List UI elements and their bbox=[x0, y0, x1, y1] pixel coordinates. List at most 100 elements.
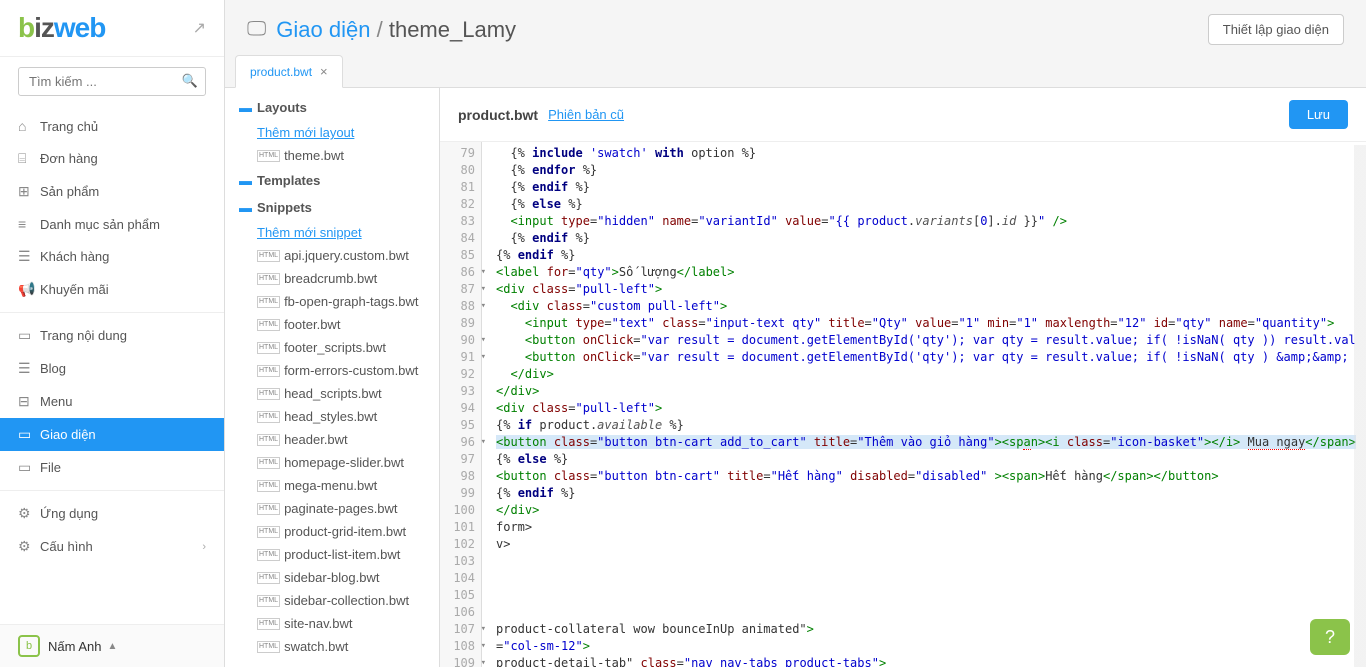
html-file-icon: HTML bbox=[257, 503, 280, 515]
sidebar: bizweb ↗ 🔍 ⌂Trang chủ⌸Đơn hàng⊞Sản phẩm≡… bbox=[0, 0, 225, 667]
nav-item[interactable]: ▭Giao diện bbox=[0, 418, 224, 451]
folder-layouts[interactable]: ▬Layouts bbox=[225, 94, 439, 121]
file-item[interactable]: HTMLfooter_scripts.bwt bbox=[225, 336, 439, 359]
user-menu[interactable]: b Nấm Anh ▲ bbox=[0, 624, 224, 667]
code-area[interactable]: {% include 'swatch' with option %} {% en… bbox=[482, 142, 1366, 667]
help-button[interactable]: ? bbox=[1310, 619, 1350, 655]
caret-up-icon: ▲ bbox=[107, 641, 117, 652]
file-item[interactable]: HTMLsidebar-collection.bwt bbox=[225, 589, 439, 612]
nav-icon: ▭ bbox=[18, 459, 40, 476]
external-link-icon[interactable]: ↗ bbox=[193, 18, 206, 38]
html-file-icon: HTML bbox=[257, 595, 280, 607]
file-item[interactable]: HTMLheader.bwt bbox=[225, 428, 439, 451]
nav-item[interactable]: ☰Blog bbox=[0, 352, 224, 385]
editor-filename: product.bwt bbox=[458, 107, 538, 123]
file-item[interactable]: HTMLsidebar-blog.bwt bbox=[225, 566, 439, 589]
folder-templates[interactable]: ▬Templates bbox=[225, 167, 439, 194]
topbar: 🖵 Giao diện / theme_Lamy Thiết lập giao … bbox=[225, 0, 1366, 55]
file-item[interactable]: HTMLproduct-grid-item.bwt bbox=[225, 520, 439, 543]
close-icon[interactable]: × bbox=[320, 64, 328, 79]
html-file-icon: HTML bbox=[257, 434, 280, 446]
html-file-icon: HTML bbox=[257, 365, 280, 377]
html-file-icon: HTML bbox=[257, 342, 280, 354]
html-file-icon: HTML bbox=[257, 319, 280, 331]
logo-row: bizweb ↗ bbox=[0, 0, 224, 57]
nav-icon: ⊟ bbox=[18, 393, 40, 410]
html-file-icon: HTML bbox=[257, 526, 280, 538]
nav-primary: ⌂Trang chủ⌸Đơn hàng⊞Sản phẩm≡Danh mục sả… bbox=[0, 106, 224, 624]
nav-item[interactable]: ▭File bbox=[0, 451, 224, 484]
file-item[interactable]: HTMLhead_scripts.bwt bbox=[225, 382, 439, 405]
nav-icon: ⚙ bbox=[18, 538, 40, 555]
html-file-icon: HTML bbox=[257, 572, 280, 584]
old-version-link[interactable]: Phiên bản cũ bbox=[548, 107, 624, 122]
html-file-icon: HTML bbox=[257, 411, 280, 423]
file-item[interactable]: HTMLfooter.bwt bbox=[225, 313, 439, 336]
file-item[interactable]: HTMLhomepage-slider.bwt bbox=[225, 451, 439, 474]
file-item[interactable]: HTMLbreadcrumb.bwt bbox=[225, 267, 439, 290]
file-item[interactable]: HTMLfb-open-graph-tags.bwt bbox=[225, 290, 439, 313]
code-editor[interactable]: 7980818283848586878889909192939495969798… bbox=[440, 142, 1366, 667]
main: 🖵 Giao diện / theme_Lamy Thiết lập giao … bbox=[225, 0, 1366, 667]
nav-item[interactable]: ≡Danh mục sản phẩm bbox=[0, 208, 224, 240]
add-snippet-link[interactable]: Thêm mới snippet bbox=[225, 221, 439, 244]
nav-icon: ☰ bbox=[18, 248, 40, 265]
file-item[interactable]: HTMLtheme.bwt bbox=[225, 144, 439, 167]
nav-icon: ⌂ bbox=[18, 118, 40, 134]
nav-item[interactable]: 📢Khuyến mãi bbox=[0, 273, 224, 306]
nav-item[interactable]: ⊟Menu bbox=[0, 385, 224, 418]
html-file-icon: HTML bbox=[257, 549, 280, 561]
nav-item[interactable]: ⌂Trang chủ bbox=[0, 110, 224, 142]
html-file-icon: HTML bbox=[257, 250, 280, 262]
avatar-icon: b bbox=[18, 635, 40, 657]
file-item[interactable]: HTMLsite-nav.bwt bbox=[225, 612, 439, 635]
file-item[interactable]: HTMLmega-menu.bwt bbox=[225, 474, 439, 497]
nav-icon: ≡ bbox=[18, 216, 40, 232]
search-box: 🔍 bbox=[0, 57, 224, 106]
nav-item[interactable]: ⚙Ứng dụng bbox=[0, 497, 224, 530]
file-item[interactable]: HTMLhead_styles.bwt bbox=[225, 405, 439, 428]
nav-item[interactable]: ☰Khách hàng bbox=[0, 240, 224, 273]
file-item[interactable]: HTMLswatch.bwt bbox=[225, 635, 439, 658]
nav-icon: ☰ bbox=[18, 360, 40, 377]
nav-icon: ▭ bbox=[18, 426, 40, 443]
file-item[interactable]: HTMLpaginate-pages.bwt bbox=[225, 497, 439, 520]
html-file-icon: HTML bbox=[257, 480, 280, 492]
html-file-icon: HTML bbox=[257, 618, 280, 630]
editor-pane: product.bwt Phiên bản cũ Lưu 79808182838… bbox=[440, 88, 1366, 667]
file-tabs: product.bwt × bbox=[225, 55, 1366, 88]
save-button[interactable]: Lưu bbox=[1289, 100, 1348, 129]
html-file-icon: HTML bbox=[257, 296, 280, 308]
nav-item[interactable]: ▭Trang nội dung bbox=[0, 319, 224, 352]
breadcrumb: Giao diện / theme_Lamy bbox=[276, 17, 516, 43]
html-file-icon: HTML bbox=[257, 273, 280, 285]
folder-icon: ▬ bbox=[239, 200, 257, 215]
editor-header: product.bwt Phiên bản cũ Lưu bbox=[440, 88, 1366, 142]
tab-product-bwt[interactable]: product.bwt × bbox=[235, 55, 343, 88]
nav-icon: ▭ bbox=[18, 327, 40, 344]
html-file-icon: HTML bbox=[257, 150, 280, 162]
html-file-icon: HTML bbox=[257, 641, 280, 653]
file-item[interactable]: HTMLproduct-list-item.bwt bbox=[225, 543, 439, 566]
user-name: Nấm Anh bbox=[48, 639, 101, 654]
gutter: 7980818283848586878889909192939495969798… bbox=[440, 142, 482, 667]
file-item[interactable]: HTMLapi.jquery.custom.bwt bbox=[225, 244, 439, 267]
search-icon[interactable]: 🔍 bbox=[182, 73, 198, 89]
file-item[interactable]: HTMLform-errors-custom.bwt bbox=[225, 359, 439, 382]
setup-theme-button[interactable]: Thiết lập giao diện bbox=[1208, 14, 1344, 45]
nav-item[interactable]: ⌸Đơn hàng bbox=[0, 142, 224, 175]
nav-icon: ⚙ bbox=[18, 505, 40, 522]
add-layout-link[interactable]: Thêm mới layout bbox=[225, 121, 439, 144]
file-tree: ▬LayoutsThêm mới layoutHTMLtheme.bwt▬Tem… bbox=[225, 88, 440, 667]
nav-item[interactable]: ⚙Cấu hình› bbox=[0, 530, 224, 563]
desktop-icon: 🖵 bbox=[247, 18, 266, 41]
nav-item[interactable]: ⊞Sản phẩm bbox=[0, 175, 224, 208]
logo[interactable]: bizweb bbox=[18, 12, 105, 44]
breadcrumb-link[interactable]: Giao diện bbox=[276, 17, 370, 42]
nav-icon: ⌸ bbox=[18, 150, 40, 167]
chevron-right-icon: › bbox=[202, 541, 206, 553]
folder-snippets[interactable]: ▬Snippets bbox=[225, 194, 439, 221]
search-input[interactable] bbox=[18, 67, 206, 96]
folder-icon: ▬ bbox=[239, 100, 257, 115]
nav-icon: 📢 bbox=[18, 281, 40, 298]
